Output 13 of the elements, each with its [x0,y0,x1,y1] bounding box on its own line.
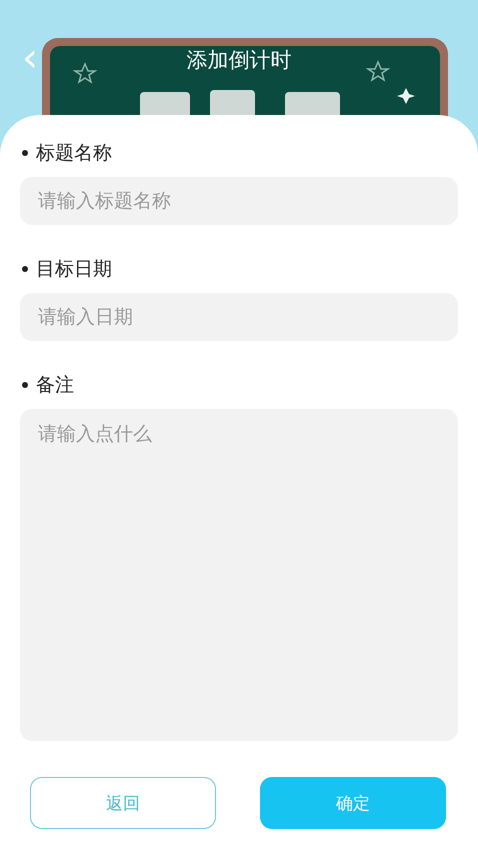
back-button[interactable]: ‹ [18,38,42,78]
bullet-icon [22,150,28,156]
confirm-button[interactable]: 确定 [260,777,446,829]
input-field[interactable]: 请输入标题名称 [20,177,458,225]
field-label: 目标日期 [36,257,112,281]
input-field[interactable]: 请输入日期 [20,293,458,341]
return-button[interactable]: 返回 [30,777,216,829]
field-label: 标题名称 [36,141,112,165]
bullet-icon [22,266,28,272]
bullet-icon [22,382,28,388]
field-label: 备注 [36,373,74,397]
notes-field[interactable]: 请输入点什么 [20,409,458,741]
page-title: 添加倒计时 [186,47,292,74]
